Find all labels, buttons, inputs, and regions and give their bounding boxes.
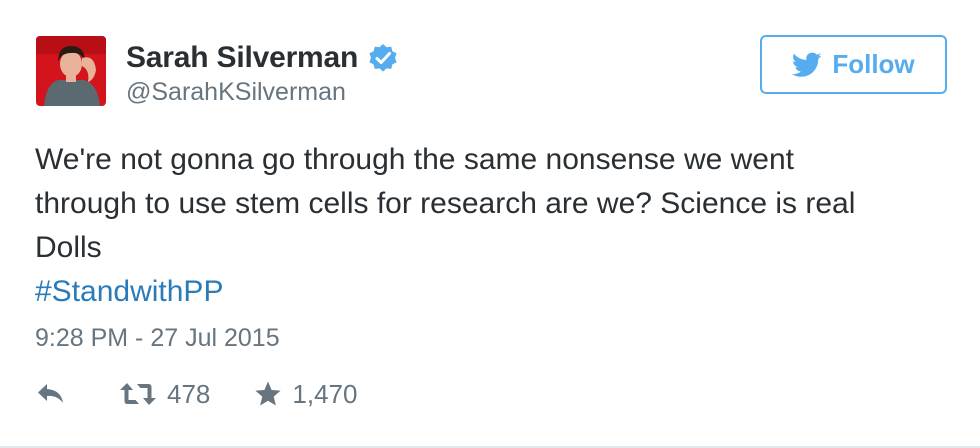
retweet-button[interactable]: 478 [119,379,210,410]
author-display-name[interactable]: Sarah Silverman [126,41,358,75]
tweet-card: Sarah Silverman @SarahKSilverman Follow … [0,0,980,448]
tweet-text: We're not gonna go through the same nons… [35,143,856,264]
reply-button[interactable] [35,381,67,407]
author-handle[interactable]: @SarahKSilverman [126,78,346,107]
star-icon [254,380,282,408]
verified-badge-icon [368,43,398,73]
avatar[interactable] [36,36,106,106]
tweet-timestamp[interactable]: 9:28 PM - 27 Jul 2015 [35,320,280,356]
favorite-count: 1,470 [292,378,358,409]
avatar-image [36,36,106,106]
author-name-row: Sarah Silverman [126,38,398,78]
hashtag-link[interactable]: #StandwithPP [35,270,223,314]
retweet-icon [119,381,157,407]
retweet-count: 478 [167,378,211,409]
follow-button[interactable]: Follow [760,35,947,94]
twitter-bird-icon [792,52,822,78]
reply-icon [35,381,67,407]
favorite-button[interactable]: 1,470 [254,379,357,410]
tweet-actions: 478 1,470 [35,372,357,416]
follow-button-label: Follow [832,49,915,79]
